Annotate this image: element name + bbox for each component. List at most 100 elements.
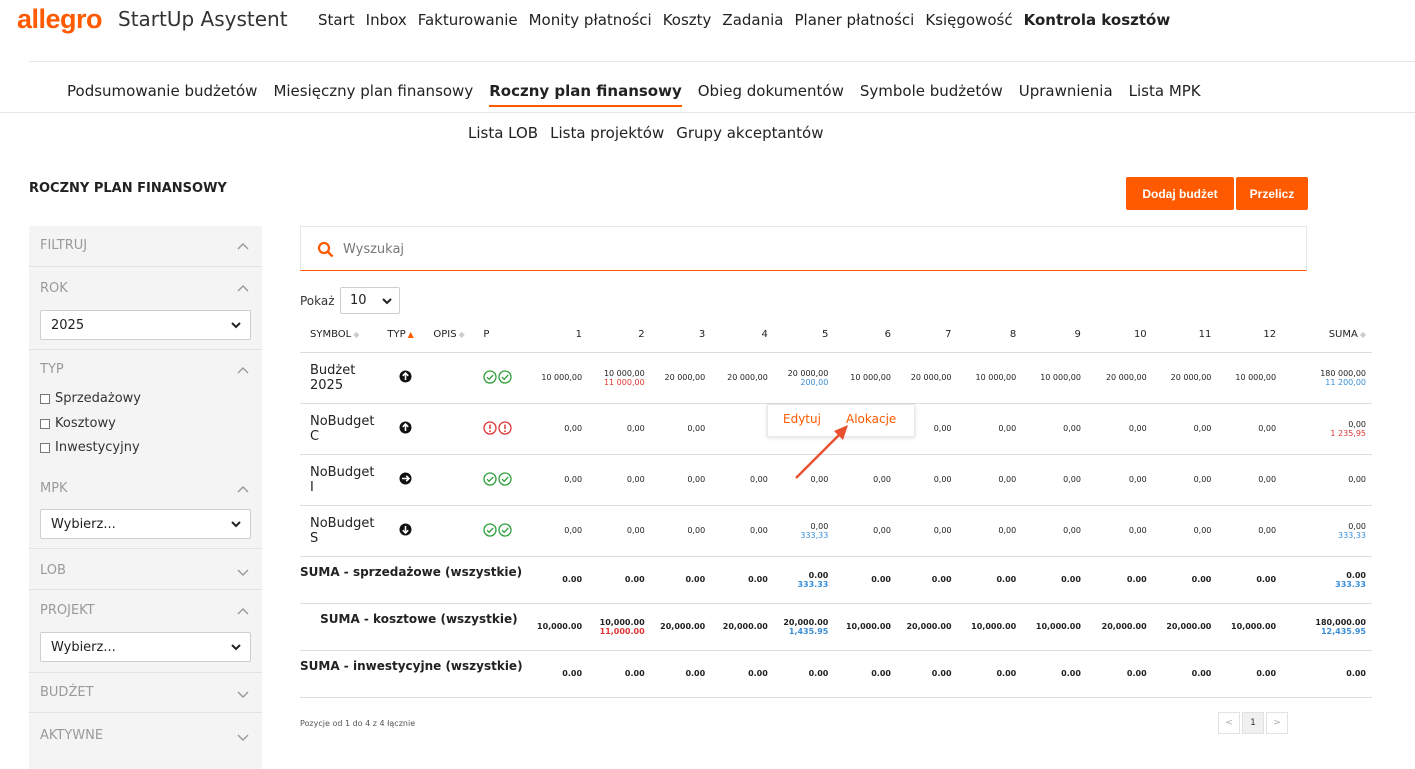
- tab-lista-lob[interactable]: Lista LOB: [468, 124, 538, 142]
- tab-uprawnienia[interactable]: Uprawnienia: [1019, 82, 1113, 107]
- project-select[interactable]: Wybierz...: [40, 632, 251, 662]
- cell-value: 0.00: [834, 556, 897, 604]
- table-row[interactable]: NoBudget S 0,00 0,00 0,00 0,00 0,00 333,33 0,00…: [300, 505, 1372, 557]
- nav-monity[interactable]: Monity płatności: [529, 11, 652, 29]
- col-month-11[interactable]: 11: [1152, 318, 1218, 353]
- budget-label[interactable]: BUDŻET: [40, 685, 94, 700]
- sort-icon: ◆: [1359, 330, 1366, 340]
- nav-kontrola-kosztow[interactable]: Kontrola kosztów: [1024, 11, 1171, 29]
- type-checkbox-sales[interactable]: Sprzedażowy: [40, 391, 141, 406]
- tab-symbole[interactable]: Symbole budżetów: [860, 82, 1003, 107]
- col-month-4[interactable]: 4: [711, 318, 774, 353]
- pagination-info: Pozycje od 1 do 4 z 4 łącznie: [300, 719, 416, 728]
- type-cell: [381, 352, 430, 404]
- cell-value: 0,00: [711, 505, 774, 557]
- cell-value: 0.00: [1217, 650, 1283, 698]
- cell-value: 10,000.00: [834, 603, 897, 651]
- tab-lista-projektow[interactable]: Lista projektów: [550, 124, 664, 142]
- col-month-7[interactable]: 7: [896, 318, 958, 353]
- col-month-9[interactable]: 9: [1022, 318, 1087, 353]
- cell-value: 10 000,00: [1022, 352, 1087, 404]
- col-month-2[interactable]: 2: [588, 318, 651, 353]
- tab-roczny[interactable]: Roczny plan finansowy: [489, 82, 682, 107]
- summary-label: SUMA - sprzedażowe (wszystkie): [300, 556, 530, 604]
- cell-value: 20,000.00: [896, 603, 958, 651]
- prev-page-button[interactable]: <: [1218, 712, 1240, 734]
- nav-ksiegowosc[interactable]: Księgowość: [925, 11, 1012, 29]
- page-1-button[interactable]: 1: [1242, 712, 1264, 734]
- summary-row: SUMA - inwestycyjne (wszystkie) 0.00 0.00 0…: [300, 650, 1372, 698]
- chevron-down-icon[interactable]: [236, 564, 250, 578]
- nav-planer[interactable]: Planer płatności: [794, 11, 914, 29]
- alert-circle-icon: [483, 420, 513, 437]
- tab-lista-mpk[interactable]: Lista MPK: [1129, 82, 1201, 107]
- checkbox-label: Kosztowy: [55, 416, 116, 431]
- col-opis[interactable]: OPIS ◆: [429, 318, 478, 353]
- symbol-cell[interactable]: NoBudget I: [300, 454, 382, 506]
- col-p[interactable]: P: [477, 318, 530, 353]
- tab-obieg[interactable]: Obieg dokumentów: [698, 82, 844, 107]
- col-month-3[interactable]: 3: [650, 318, 712, 353]
- nav-zadania[interactable]: Zadania: [722, 11, 783, 29]
- symbol-cell[interactable]: Budżet 2025: [300, 352, 382, 404]
- chevron-up-icon[interactable]: [236, 482, 250, 496]
- checkbox[interactable]: [40, 393, 50, 404]
- symbol-cell[interactable]: NoBudget S: [300, 505, 382, 557]
- type-checkbox-invest[interactable]: Inwestycyjny: [40, 440, 140, 455]
- col-month-6[interactable]: 6: [834, 318, 897, 353]
- show-label: Pokaż: [300, 294, 335, 308]
- nav-start[interactable]: Start: [318, 11, 355, 29]
- add-budget-button[interactable]: Dodaj budżet: [1126, 177, 1234, 210]
- table-row[interactable]: Budżet 2025 10 000,00 10 000,00 11 000,00 20…: [300, 352, 1372, 404]
- nav-koszty[interactable]: Koszty: [663, 11, 712, 29]
- search-input[interactable]: Wyszukaj: [343, 242, 404, 257]
- chevron-up-icon[interactable]: [236, 604, 250, 618]
- year-label[interactable]: ROK: [40, 281, 68, 296]
- filter-heading[interactable]: FILTRUJ: [40, 238, 87, 253]
- project-label[interactable]: PROJEKT: [40, 603, 95, 618]
- mpk-select[interactable]: Wybierz...: [40, 509, 251, 539]
- col-month-8[interactable]: 8: [957, 318, 1023, 353]
- chevron-down-icon[interactable]: [236, 729, 250, 743]
- symbol-cell[interactable]: NoBudget C: [300, 403, 382, 455]
- col-month-10[interactable]: 10: [1086, 318, 1153, 353]
- col-month-1[interactable]: 1: [529, 318, 589, 353]
- checkbox[interactable]: [40, 442, 50, 453]
- cell-value: 0,00: [957, 403, 1023, 455]
- nav-inbox[interactable]: Inbox: [366, 11, 407, 29]
- allegro-logo[interactable]: allegro: [17, 4, 103, 35]
- col-symbol[interactable]: SYMBOL ◆: [300, 318, 382, 353]
- col-month-12[interactable]: 12: [1217, 318, 1283, 353]
- sort-asc-icon: ▲: [407, 330, 414, 340]
- active-label[interactable]: AKTYWNE: [40, 728, 103, 743]
- chevron-up-icon[interactable]: [236, 363, 250, 377]
- status-cell: [477, 352, 530, 404]
- col-suma[interactable]: SUMA ◆: [1282, 318, 1372, 353]
- chevron-down-icon[interactable]: [236, 686, 250, 700]
- lob-label[interactable]: LOB: [40, 563, 66, 578]
- year-select[interactable]: 2025: [40, 310, 251, 340]
- cell-value: 0,00: [1282, 454, 1372, 506]
- tab-miesieczny[interactable]: Miesięczny plan finansowy: [273, 82, 473, 107]
- col-typ[interactable]: TYP ▲: [381, 318, 430, 353]
- chevron-up-icon[interactable]: [236, 239, 250, 253]
- cell-value: 0.00: [1086, 650, 1153, 698]
- page-size-value: 10: [350, 293, 367, 308]
- type-label[interactable]: TYP: [40, 362, 64, 377]
- nav-fakturowanie[interactable]: Fakturowanie: [418, 11, 518, 29]
- next-page-button[interactable]: >: [1266, 712, 1288, 734]
- cell-value: 0,00: [650, 454, 712, 506]
- col-month-5[interactable]: 5: [773, 318, 835, 353]
- cell-value: 0,00 333,33: [1282, 505, 1372, 557]
- type-checkbox-cost[interactable]: Kosztowy: [40, 416, 116, 431]
- chevron-up-icon[interactable]: [236, 281, 250, 295]
- checkbox[interactable]: [40, 418, 50, 429]
- page-size-select[interactable]: 10: [340, 287, 400, 314]
- search-bar[interactable]: Wyszukaj: [300, 226, 1307, 271]
- mpk-label[interactable]: MPK: [40, 481, 68, 496]
- recalculate-button[interactable]: Przelicz: [1236, 177, 1308, 210]
- tab-podsumowanie[interactable]: Podsumowanie budżetów: [67, 82, 257, 107]
- allocated-value: 333,33: [800, 530, 829, 540]
- sort-icon: ◆: [458, 330, 465, 340]
- tab-grupy[interactable]: Grupy akceptantów: [676, 124, 823, 142]
